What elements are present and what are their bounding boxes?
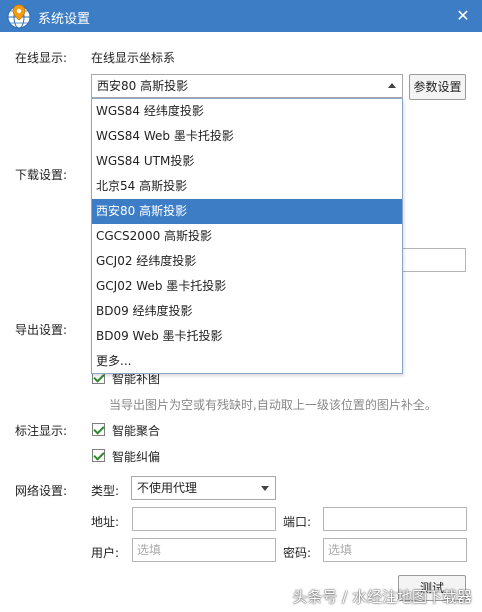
download-settings-label: 下载设置:: [15, 168, 68, 182]
params-button[interactable]: 参数设置: [409, 74, 466, 100]
download-path-input[interactable]: [403, 248, 466, 272]
watermark: 头条号 / 水经注地图下载器: [292, 588, 472, 606]
dropdown-option[interactable]: WGS84 Web 墨卡托投影: [92, 124, 402, 149]
online-display-label: 在线显示:: [15, 51, 68, 65]
user-label: 用户:: [91, 546, 120, 560]
dropdown-option-more[interactable]: 更多...: [92, 349, 402, 374]
dropdown-option[interactable]: WGS84 UTM投影: [92, 149, 402, 174]
address-label: 地址:: [91, 515, 120, 529]
dropdown-option[interactable]: 北京54 高斯投影: [92, 174, 402, 199]
proxy-type-value: 不使用代理: [137, 481, 198, 495]
title-bar: 系统设置 ✕: [0, 0, 482, 32]
proxy-type-label: 类型:: [91, 484, 120, 498]
export-settings-label: 导出设置:: [15, 323, 68, 337]
dropdown-option[interactable]: BD09 Web 墨卡托投影: [92, 324, 402, 349]
chevron-up-icon: [388, 83, 396, 88]
password-label: 密码:: [283, 546, 312, 560]
network-settings-label: 网络设置:: [15, 484, 68, 498]
dropdown-option-selected[interactable]: 西安80 高斯投影: [92, 199, 402, 224]
coord-system-select[interactable]: 西安80 高斯投影: [91, 74, 403, 98]
port-label: 端口:: [283, 515, 312, 529]
dropdown-option[interactable]: WGS84 经纬度投影: [92, 99, 402, 124]
coord-system-dropdown: WGS84 经纬度投影 WGS84 Web 墨卡托投影 WGS84 UTM投影 …: [91, 98, 403, 374]
dropdown-option[interactable]: BD09 经纬度投影: [92, 299, 402, 324]
smart-correct-label: 智能纠偏: [112, 450, 161, 464]
port-input[interactable]: [323, 507, 467, 531]
user-input[interactable]: [132, 538, 276, 562]
window-title: 系统设置: [38, 12, 91, 27]
smart-merge-label: 智能聚合: [112, 424, 161, 438]
address-input[interactable]: [132, 507, 276, 531]
coord-system-label: 在线显示坐标系: [91, 51, 176, 65]
chevron-down-icon: [261, 486, 269, 491]
close-button[interactable]: ✕: [452, 5, 474, 27]
password-input[interactable]: [323, 538, 467, 562]
smart-correct-checkbox[interactable]: [92, 449, 105, 462]
coord-system-value: 西安80 高斯投影: [97, 79, 189, 93]
smart-fill-hint: 当导出图片为空或有残缺时,自动取上一级该位置的图片补全。: [109, 398, 437, 412]
globe-icon: [7, 4, 31, 29]
annotation-display-label: 标注显示:: [15, 424, 68, 438]
dropdown-option[interactable]: GCJ02 经纬度投影: [92, 249, 402, 274]
proxy-type-select[interactable]: 不使用代理: [131, 476, 276, 500]
dropdown-option[interactable]: CGCS2000 高斯投影: [92, 224, 402, 249]
dropdown-option[interactable]: GCJ02 Web 墨卡托投影: [92, 274, 402, 299]
smart-merge-checkbox[interactable]: [92, 423, 105, 436]
